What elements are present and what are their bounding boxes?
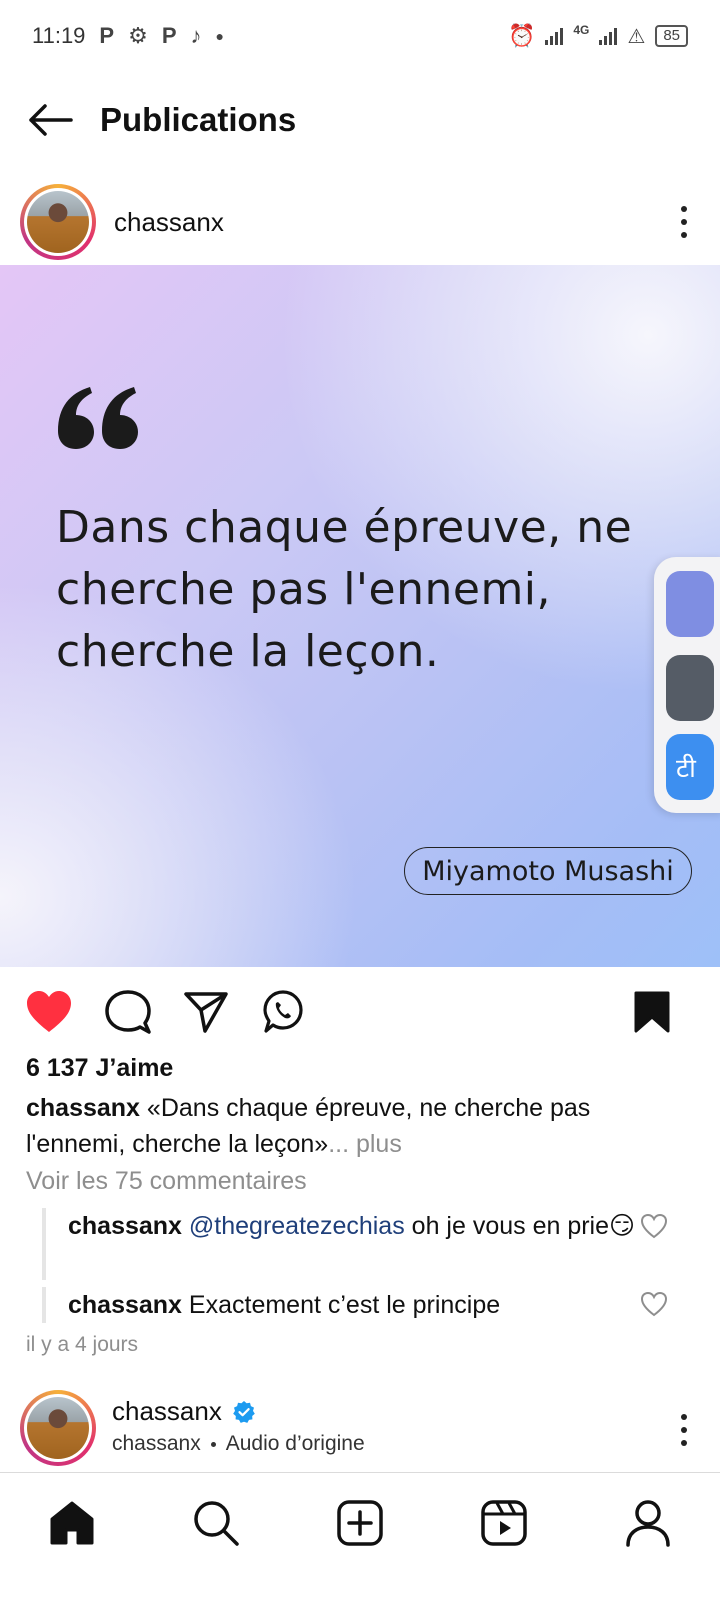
post-image[interactable]: Dans chaque épreuve, ne cherche pas l'en… (0, 265, 720, 967)
next-post-subuser[interactable]: chassanx (112, 1432, 201, 1456)
battery-level: 85 (663, 27, 680, 44)
comment-button[interactable] (104, 988, 152, 1036)
top-bar: Publications (0, 88, 720, 152)
post-timestamp: il y a 4 jours (26, 1333, 139, 1356)
next-post-header: chassanx chassanx Audio d’origine (0, 1388, 720, 1472)
page-title: Publications (100, 101, 297, 138)
comment-text: oh je vous en prie (404, 1212, 610, 1240)
comment-like-button[interactable] (640, 1290, 668, 1318)
likes-count[interactable]: 6 137 J’aime (26, 1054, 173, 1083)
battery-icon: 85 (655, 25, 688, 47)
p-icon: P (161, 23, 177, 48)
separator-dot (210, 1441, 216, 1447)
network-type: 4G (573, 23, 590, 37)
comment-emoji: 😏 (609, 1212, 636, 1240)
comment-mention[interactable]: @thegreatezechias (189, 1212, 405, 1240)
nav-home[interactable] (42, 1493, 102, 1553)
status-bar: 11:19 P ⚙ P ♪ ● ⏰ 4G ⚠ 85 (0, 0, 720, 72)
status-time: 11:19 (32, 23, 86, 48)
more-options-button[interactable] (666, 194, 702, 250)
nav-profile[interactable] (618, 1493, 678, 1553)
floating-side-panel: टी (654, 557, 720, 813)
story-ring[interactable] (20, 184, 96, 260)
reels-icon (481, 1499, 527, 1546)
whatsapp-share-button[interactable] (259, 988, 307, 1036)
comment-icon (105, 990, 151, 1034)
whatsapp-icon (263, 990, 303, 1033)
comment-like-button[interactable] (640, 1212, 668, 1240)
comment-username[interactable]: chassanx (68, 1291, 182, 1319)
search-icon (194, 1500, 239, 1546)
translate-icon: टी (676, 753, 696, 783)
quote-author: Miyamoto Musashi (404, 847, 692, 895)
more-options-icon (681, 206, 687, 212)
home-icon (50, 1501, 94, 1544)
tiktok-icon: ♪ (190, 23, 202, 48)
story-ring[interactable] (20, 1390, 96, 1466)
create-icon (337, 1499, 383, 1546)
quote-text: Dans chaque épreuve, ne cherche pas l'en… (56, 502, 633, 677)
nav-create[interactable] (330, 1493, 390, 1553)
lab-icon: ⚠ (627, 25, 646, 48)
caption-username[interactable]: chassanx (26, 1094, 140, 1122)
share-button[interactable] (182, 988, 230, 1036)
avatar (27, 1397, 89, 1459)
comment-username[interactable]: chassanx (68, 1212, 182, 1240)
audio-label[interactable]: Audio d’origine (226, 1432, 365, 1456)
post-username[interactable]: chassanx (114, 207, 224, 238)
nav-reels[interactable] (474, 1493, 534, 1553)
bottom-navigation (0, 1472, 720, 1572)
signal-icon (545, 27, 564, 45)
save-button[interactable] (628, 988, 676, 1036)
quote-mark-icon (58, 387, 138, 449)
side-panel-translate-button[interactable]: टी (666, 734, 714, 800)
comment-text: Exactement c’est le principe (181, 1291, 501, 1319)
verified-badge-icon (233, 1400, 255, 1423)
back-button[interactable] (0, 88, 100, 152)
like-button[interactable] (25, 988, 73, 1036)
signal-icon (599, 27, 618, 45)
side-panel-record-button[interactable] (666, 655, 714, 721)
avatar (27, 191, 89, 253)
gear-icon: ⚙ (128, 23, 148, 48)
comment-item: chassanx @thegreatezechias oh je vous en… (42, 1208, 662, 1280)
next-post-username[interactable]: chassanx (112, 1396, 222, 1427)
post-header: chassanx (0, 180, 720, 264)
profile-icon (626, 1499, 670, 1547)
post-caption[interactable]: chassanx «Dans chaque épreuve, ne cherch… (26, 1090, 686, 1162)
comment-item: chassanx Exactement c’est le principe (42, 1287, 662, 1323)
more-options-button[interactable] (666, 1402, 702, 1458)
view-comments-link[interactable]: Voir les 75 commentaires (26, 1167, 307, 1196)
alarm-icon: ⏰ (507, 23, 536, 48)
send-icon (184, 992, 228, 1033)
bookmark-filled-icon (634, 991, 670, 1033)
caption-more-link[interactable]: ... plus (328, 1130, 402, 1158)
p-icon: P (99, 23, 115, 48)
heart-filled-icon (27, 991, 71, 1032)
nav-search[interactable] (186, 1493, 246, 1553)
more-options-icon (681, 1414, 687, 1420)
back-arrow-icon (29, 104, 73, 136)
side-panel-share-button[interactable] (666, 571, 714, 637)
post-actions (0, 988, 720, 1038)
dot-icon: ● (215, 28, 224, 44)
